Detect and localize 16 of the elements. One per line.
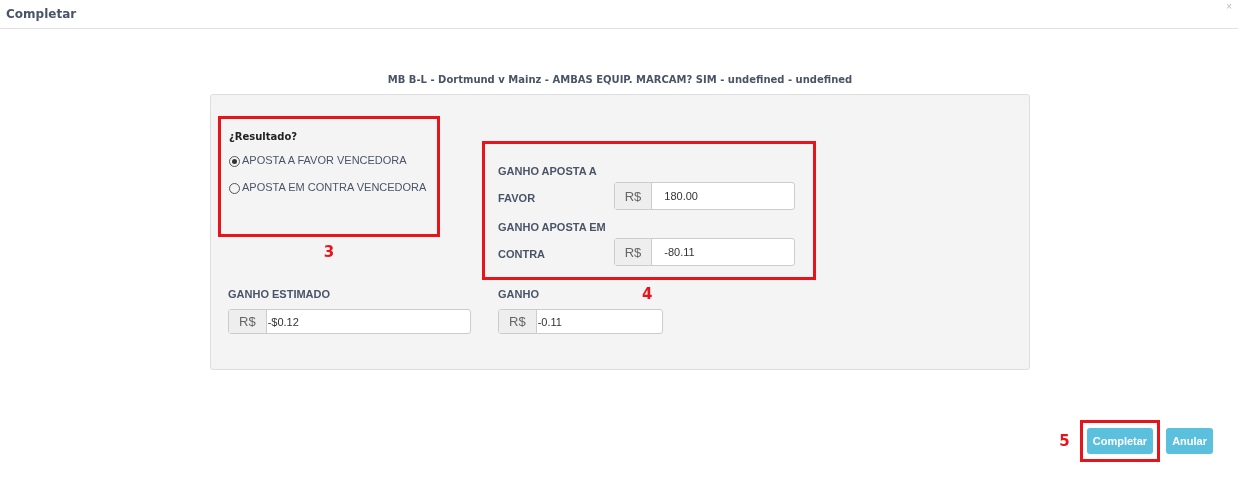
dialog-title: Completar: [6, 7, 77, 21]
field-label: GANHO APOSTA EM CONTRA: [498, 220, 607, 262]
annotation-number: 4: [642, 285, 653, 303]
match-title: MB B-L - Dortmund v Mainz - AMBAS EQUIP. MARCAM? SIM - undefined - undefined: [386, 74, 854, 85]
radio-option[interactable]: APOSTA A FAVOR VENCEDORA: [229, 152, 437, 167]
input-field[interactable]: R$ -80.11: [613, 238, 795, 266]
annotation-number: 5: [1059, 432, 1070, 450]
input-field[interactable]: R$ -0.11: [498, 309, 663, 334]
field-label: GANHO ESTIMADO: [228, 288, 331, 300]
field-label: GANHO APOSTA A FAVOR: [498, 164, 598, 206]
field-label: GANHO: [498, 288, 539, 300]
radio-option[interactable]: APOSTA EM CONTRA VENCEDORA: [229, 179, 437, 194]
annotation-number: 3: [323, 243, 335, 261]
input-field[interactable]: R$ -$0.12: [228, 309, 471, 334]
question-label: ¿Resultado?: [229, 131, 299, 142]
input-field[interactable]: R$ 180.00: [613, 182, 795, 210]
